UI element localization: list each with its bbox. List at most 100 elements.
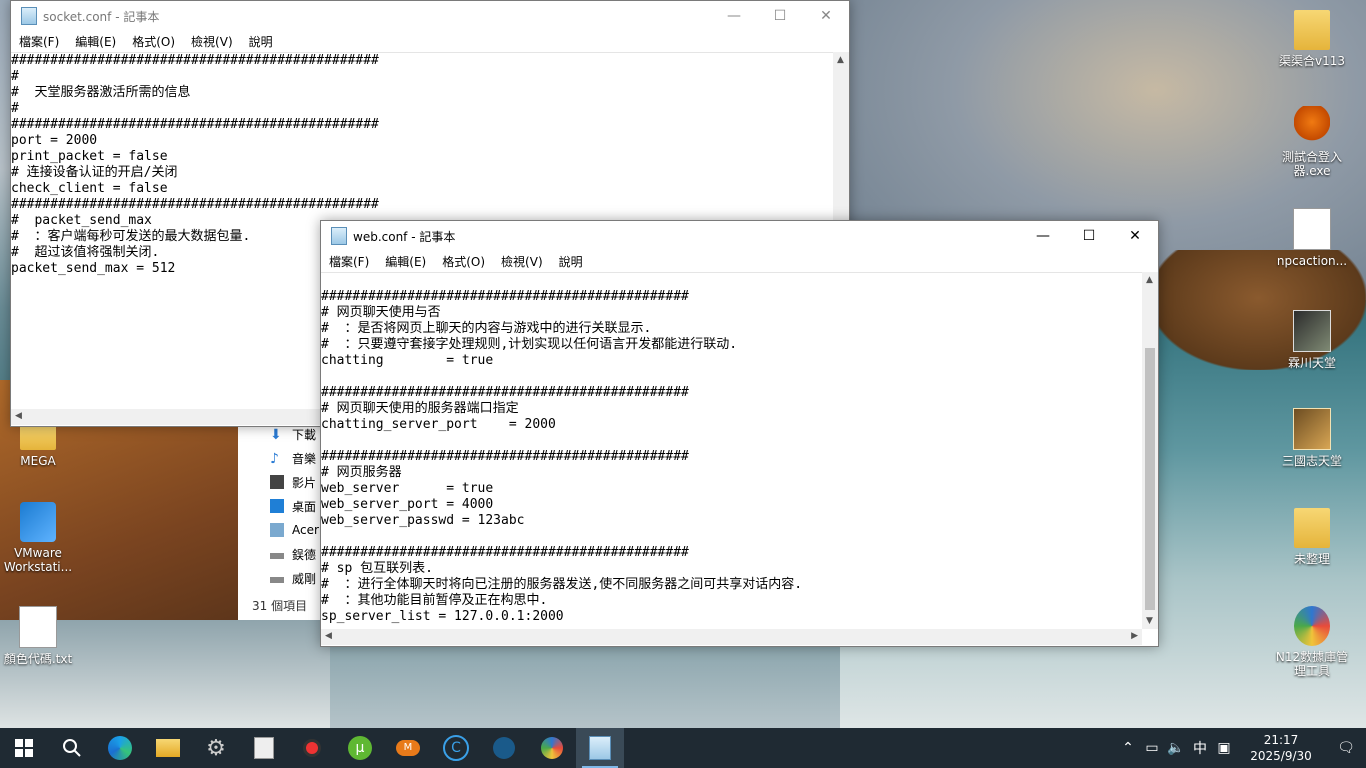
ccleaner-icon[interactable]: C [432,728,480,768]
nav-item-drive[interactable]: 威剛 [238,566,328,590]
desktop-icon[interactable]: npcaction... [1274,208,1350,268]
vmware-icon [20,502,56,542]
desktop-icon-label: 顏色代碼.txt [3,652,73,666]
mushroom-icon [1294,106,1330,146]
desktop-icon[interactable]: 三國志天堂 [1274,408,1350,468]
menu-edit[interactable]: 編輯(E) [67,33,124,50]
desktop-icon-label: N12數據庫管理工具 [1275,650,1349,678]
desktop-icon[interactable]: N12數據庫管理工具 [1274,606,1350,678]
dots-app-icon[interactable] [480,728,528,768]
document-icon [1293,208,1331,250]
scroll-up-icon[interactable]: ▲ [837,55,844,65]
menu-file[interactable]: 檔案(F) [321,253,377,270]
notepad-icon [21,7,37,25]
folder-icon [1294,10,1330,50]
desktop-icon[interactable]: 渠渠合v113 [1274,10,1350,68]
chevron-up-icon[interactable]: ⌃ [1116,740,1140,756]
ime-indicator[interactable]: 中 [1188,738,1212,758]
search-icon[interactable] [48,728,96,768]
maximize-button[interactable]: ☐ [757,1,803,31]
close-button[interactable]: ✕ [1112,221,1158,251]
menu-help[interactable]: 說明 [241,33,281,50]
scroll-up-icon[interactable]: ▲ [1146,275,1153,285]
video-icon [270,475,284,489]
window-title: web.conf - 記事本 [353,229,456,244]
scroll-right-icon[interactable]: ▶ [1131,631,1138,641]
nav-item-music[interactable]: ♪ 音樂 [238,446,328,470]
desktop-icon[interactable]: 霖川天堂 [1274,310,1350,370]
desktop-icon[interactable]: MEGA [0,424,76,468]
windows-icon [15,739,33,757]
database-tool-icon [1294,606,1330,646]
desktop-icon [270,499,284,513]
notepad-taskbar-button[interactable] [576,728,624,768]
menu-bar: 檔案(F) 編輯(E) 格式(O) 檢視(V) 說明 [11,31,849,51]
scroll-left-icon[interactable]: ◀ [15,411,22,421]
horizontal-scrollbar[interactable]: ◀ ▶ [321,629,1142,645]
clock[interactable]: 21:17 2025/9/30 [1236,732,1326,764]
music-icon: ♪ [270,451,279,467]
desktop-icon[interactable]: VMware Workstati... [0,502,76,574]
item-count: 31 個項目 [252,599,308,613]
input-mode-icon[interactable]: ▣ [1212,740,1236,756]
desktop-icon-label: 霖川天堂 [1287,356,1336,370]
notepad-alt-icon[interactable] [240,728,288,768]
desktop-icon-label: VMware Workstati... [3,546,73,574]
title-bar[interactable]: web.conf - 記事本 — ☐ ✕ [321,221,1158,251]
desktop-icon[interactable]: 測試合登入器.exe [1274,106,1350,178]
color-app-icon[interactable] [528,728,576,768]
menu-bar: 檔案(F) 編輯(E) 格式(O) 檢視(V) 說明 [321,251,1158,271]
menu-help[interactable]: 說明 [551,253,591,270]
scroll-left-icon[interactable]: ◀ [325,631,332,641]
menu-file[interactable]: 檔案(F) [11,33,67,50]
utorrent-icon[interactable]: µ [336,728,384,768]
system-tray: ⌃ ▭ 🔈 中 ▣ 21:17 2025/9/30 🗨 [1116,728,1366,768]
menu-view[interactable]: 檢視(V) [493,253,551,270]
desktop-icon-label: npcaction... [1276,254,1348,268]
file-explorer-icon[interactable] [144,728,192,768]
nav-item-videos[interactable]: 影片 [238,470,328,494]
nav-item-desktop[interactable]: 桌面 [238,494,328,518]
text-editor[interactable]: ########################################… [321,272,1142,630]
game-icon [1293,408,1331,450]
menu-edit[interactable]: 編輯(E) [377,253,434,270]
minimize-button[interactable]: — [711,1,757,31]
nav-item-drive[interactable]: 鋘德 [238,542,328,566]
scroll-thumb[interactable] [1145,348,1155,610]
network-icon[interactable]: ▭ [1140,740,1164,756]
folder-icon [1294,508,1330,548]
window-title: socket.conf - 記事本 [43,9,160,24]
notepad-icon [589,736,611,760]
desktop-icon[interactable]: 顏色代碼.txt [0,606,76,666]
menu-view[interactable]: 檢視(V) [183,33,241,50]
folder-icon [20,424,56,450]
desktop-icon[interactable]: 未整理 [1274,508,1350,566]
settings-icon[interactable]: ⚙ [192,728,240,768]
menu-format[interactable]: 格式(O) [434,253,493,270]
record-icon[interactable] [288,728,336,768]
scroll-down-icon[interactable]: ▼ [1146,616,1153,626]
vertical-scrollbar[interactable]: ▲ ▼ [1142,272,1158,629]
desktop-icon-label: 三國志天堂 [1281,454,1342,468]
close-button[interactable]: ✕ [803,1,849,31]
menu-format[interactable]: 格式(O) [124,33,183,50]
game-icon [1293,310,1331,352]
start-button[interactable] [0,728,48,768]
nav-item-acer[interactable]: Acer [238,518,328,542]
download-icon: ⬇ [270,427,282,443]
notification-icon[interactable]: 🗨 [1326,740,1366,756]
notepad-window-web[interactable]: web.conf - 記事本 — ☐ ✕ 檔案(F) 編輯(E) 格式(O) 檢… [320,220,1159,647]
clock-date: 2025/9/30 [1250,749,1312,763]
mega-icon[interactable]: M [384,728,432,768]
desktop-icon-label: 測試合登入器.exe [1281,150,1342,178]
edge-icon[interactable] [96,728,144,768]
drive-icon [270,553,284,559]
taskbar: ⚙ µ M C ⌃ ▭ 🔈 中 ▣ 21:17 2025/9/30 🗨 [0,728,1366,768]
document-icon [19,606,57,648]
maximize-button[interactable]: ☐ [1066,221,1112,251]
desktop-icon-label: 渠渠合v113 [1278,54,1345,68]
volume-icon[interactable]: 🔈 [1164,740,1188,756]
minimize-button[interactable]: — [1020,221,1066,251]
title-bar[interactable]: socket.conf - 記事本 — ☐ ✕ [11,1,849,31]
drive-icon [270,523,284,537]
